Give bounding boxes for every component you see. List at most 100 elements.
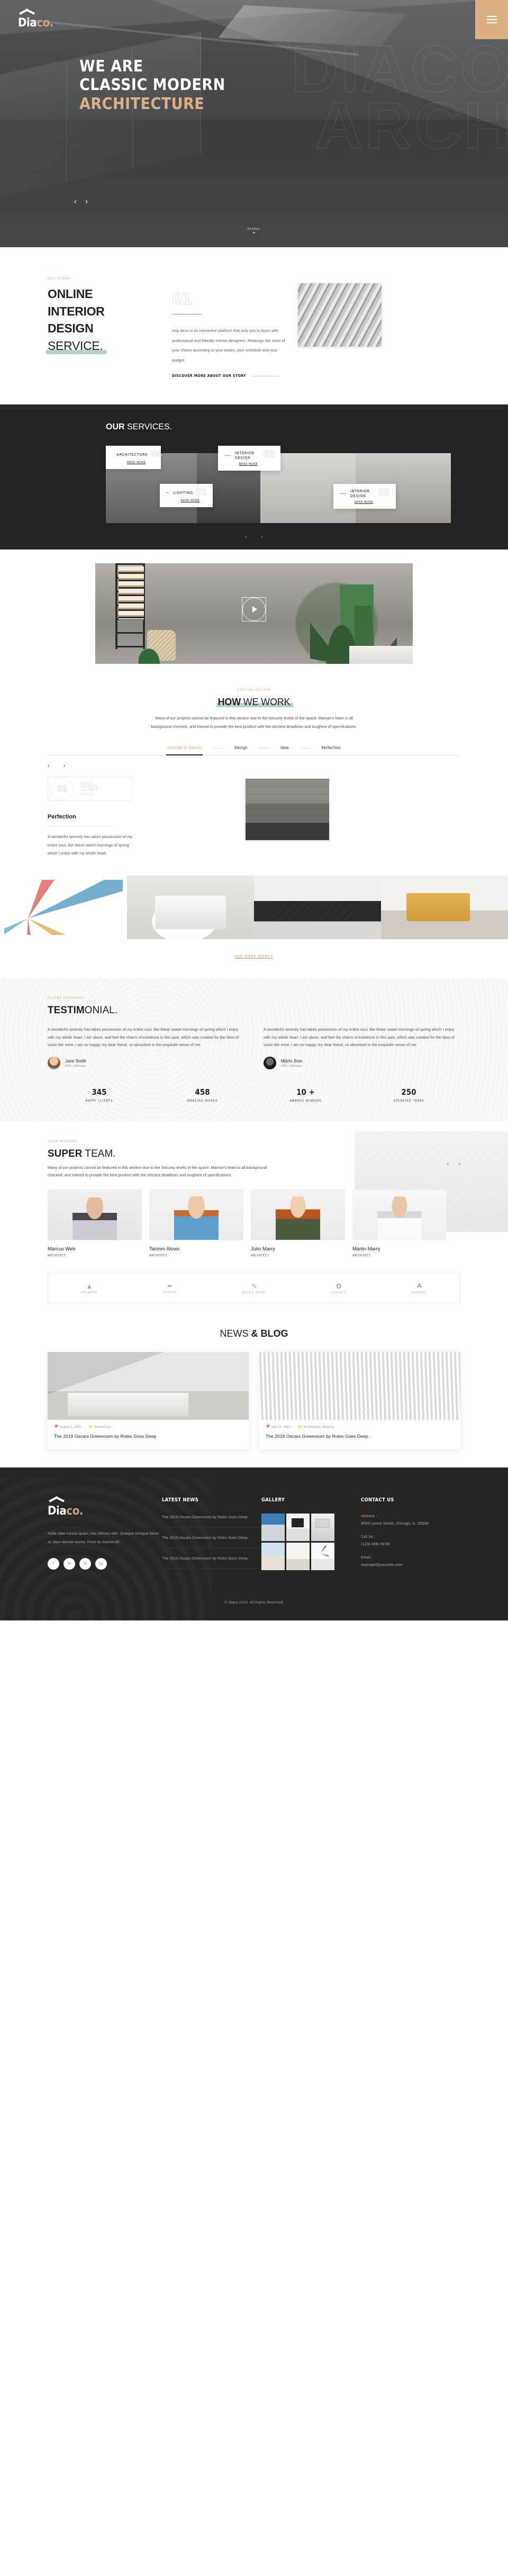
footer-gallery-thumb[interactable] [311, 1514, 334, 1542]
blog-post-title: The 2019 Oscars Greenroom by Rolex Goes … [266, 1434, 369, 1439]
service-read-more-link[interactable]: READ MORE [112, 461, 155, 464]
hamburger-menu-icon[interactable] [475, 0, 508, 39]
team-title-bold: SUPER [48, 1148, 83, 1160]
gallery-item-4[interactable] [381, 875, 508, 939]
team-member-photo [48, 1190, 142, 1241]
footer-news-item[interactable]: The 2019 Oscars Greenroom by Rolex Goes … [162, 1555, 261, 1569]
linkedin-icon[interactable]: in [79, 1557, 91, 1570]
services-prev-arrow[interactable]: ‹ [245, 534, 247, 540]
hero-heading: WE ARE CLASSIC MODERN ARCHITECTURE [79, 57, 508, 113]
news-title: NEWS & BLOG [0, 1328, 508, 1339]
story-title-line-2: INTERIOR [48, 304, 105, 318]
footer-contact-heading: CONTACT US [361, 1497, 394, 1503]
story-title-highlight: SERVICE. [46, 337, 106, 355]
service-read-more-link[interactable]: READ MORE [224, 463, 275, 466]
works-gallery-strip [0, 875, 508, 939]
service-read-more-link[interactable]: READ MORE [166, 499, 207, 502]
facebook-icon[interactable]: f [48, 1557, 59, 1570]
footer-gallery-thumb[interactable] [286, 1514, 310, 1542]
service-card-lighting[interactable]: LIGHTING 01 READ MORE [160, 484, 213, 508]
services-next-arrow[interactable]: › [261, 534, 263, 540]
story-eyebrow: OUR STORY [48, 277, 71, 281]
team-member-card[interactable]: Martin Marry ARCHITECT [352, 1190, 447, 1257]
folder-icon: 📁 [297, 1426, 302, 1429]
testimonial-author-role: CEO, InDesign [65, 1064, 86, 1068]
chevron-down-icon: ⌃ [251, 231, 257, 238]
testimonial-quote: A wonderful serenity has taken possessio… [264, 1026, 455, 1048]
footer-email-label: Email : [361, 1555, 373, 1560]
hero-next-arrow[interactable]: › [85, 197, 88, 206]
team-title-light: TEAM. [82, 1148, 116, 1160]
brand-logo-label: VIRTUS [163, 1291, 177, 1295]
logo-text: Diaco. [18, 16, 53, 30]
service-card-architecture[interactable]: ARCHITECTURE 04 READ MORE [106, 446, 162, 470]
tab-separator [300, 748, 310, 749]
footer-news-item[interactable]: The 2019 Oscars Greenroom by Rolex Goes … [162, 1534, 261, 1548]
hero-prev-arrow[interactable]: ‹ [74, 197, 77, 206]
site-footer: Diaco. Nulla vitae cursus quam, nec ultr… [0, 1467, 508, 1621]
howwork-step-badge: 02 [48, 777, 132, 801]
tab-perfection[interactable]: Perfection [322, 745, 341, 755]
our-story-section: OUR STORY ONLINE INTERIOR DESIGN SERVICE… [0, 247, 508, 404]
news-and-blog-section: NEWS & BLOG 📅 August 5, 2016 📁 Architectur… [0, 1304, 508, 1467]
howwork-next-arrow[interactable]: › [64, 763, 66, 769]
howwork-panel-image [246, 779, 329, 841]
blog-post-category: 📁 Architecture [88, 1425, 112, 1429]
footer-gallery-thumb[interactable] [261, 1514, 285, 1542]
copyright-suffix: 2019. All Rights Reserved. [238, 1600, 284, 1605]
folder-icon: 📁 [88, 1426, 93, 1429]
instagram-icon[interactable]: ◎ [95, 1557, 107, 1570]
footer-gallery-thumb[interactable] [261, 1543, 285, 1571]
sofa-furniture-icon [81, 782, 98, 796]
footer-gallery-thumb[interactable] [311, 1543, 334, 1571]
play-triangle-icon[interactable] [242, 597, 266, 622]
scroll-down-indicator[interactable]: SCROLL ⌃ [248, 228, 261, 238]
howwork-description: Many of our projects cannot be featured … [151, 716, 357, 729]
video-preview[interactable] [95, 563, 413, 664]
gallery-item-2[interactable] [127, 875, 254, 939]
service-card-number: 03 [378, 488, 390, 499]
footer-address-label: Address : [361, 1514, 377, 1519]
story-cta[interactable]: DISCOVER MORE ABOUT OUR STORY [172, 374, 288, 378]
footer-news-item[interactable]: The 2019 Oscars Greenroom by Rolex Goes … [162, 1514, 261, 1528]
site-logo[interactable]: Diaco. [0, 10, 53, 30]
gallery-item-1[interactable] [0, 875, 127, 939]
story-wrapper: OUR STORY ONLINE INTERIOR DESIGN SERVICE… [46, 275, 460, 378]
footer-phone-label: Call Us : [361, 1534, 376, 1539]
blog-post-card[interactable]: 📅 July 16, 2019 📁 Architecture, Building T… [259, 1352, 460, 1450]
services-grid: ARCHITECTURE 04 READ MORE INTERIOR DESIG… [48, 438, 460, 524]
brand-logo-label: BRIDE MAKE [242, 1291, 266, 1295]
team-member-card[interactable]: Taninm Alows ARCHITECT [149, 1190, 243, 1257]
team-member-card[interactable]: Julio Marry ARCHITECT [251, 1190, 345, 1257]
service-read-more-link[interactable]: READ MORE [340, 501, 390, 504]
howwork-title-light: WE WORK [240, 697, 291, 708]
twitter-icon[interactable]: ✉ [64, 1557, 75, 1570]
tab-idea[interactable]: Idea [280, 745, 289, 755]
service-card-interior-design-2[interactable]: INTERIOR DESIGN 02 READ MORE [218, 446, 280, 471]
story-title-line-1: ONLINE [48, 287, 93, 301]
team-eyebrow: TEAM MEMBER [48, 1140, 77, 1144]
service-card-number: 01 [195, 487, 207, 498]
avatar [264, 1057, 276, 1070]
team-prev-arrow[interactable]: ‹ [447, 1161, 449, 1167]
howwork-prev-arrow[interactable]: ‹ [48, 763, 50, 769]
see-more-works-link[interactable]: SEE MORE WORKS [235, 954, 273, 959]
testimonial-author-name: Jane Smith [65, 1058, 87, 1064]
howwork-title: HOW WE WORK [0, 697, 508, 708]
service-card-interior-design-3[interactable]: INTERIOR DESIGN 03 READ MORE [333, 484, 396, 509]
howwork-slider-arrows: ‹ › [48, 763, 206, 769]
gallery-item-3[interactable] [254, 875, 381, 939]
hero-heading-line-3: ARCHITECTURE [79, 94, 205, 113]
team-member-card[interactable]: Marcus Web ARCHITECT [48, 1190, 142, 1257]
tab-separator [213, 748, 223, 749]
blog-post-card[interactable]: 📅 August 5, 2016 📁 Architecture The 2019 O… [48, 1352, 249, 1450]
top-navigation-bar: Diaco. [0, 0, 508, 39]
tab-design[interactable]: Design [234, 745, 248, 755]
blog-post-meta: 📅 August 5, 2016 📁 Architecture [48, 1420, 249, 1429]
footer-gallery-thumb[interactable] [286, 1543, 310, 1571]
footer-phone-value[interactable]: (123) 456-78-90 [361, 1542, 460, 1546]
footer-latest-news-heading: LATEST NEWS [162, 1497, 198, 1503]
team-next-arrow[interactable]: › [458, 1161, 460, 1167]
footer-email-value[interactable]: example@yoursite.com [361, 1562, 460, 1567]
tab-concept-and-details[interactable]: Concept & Details [166, 745, 203, 756]
